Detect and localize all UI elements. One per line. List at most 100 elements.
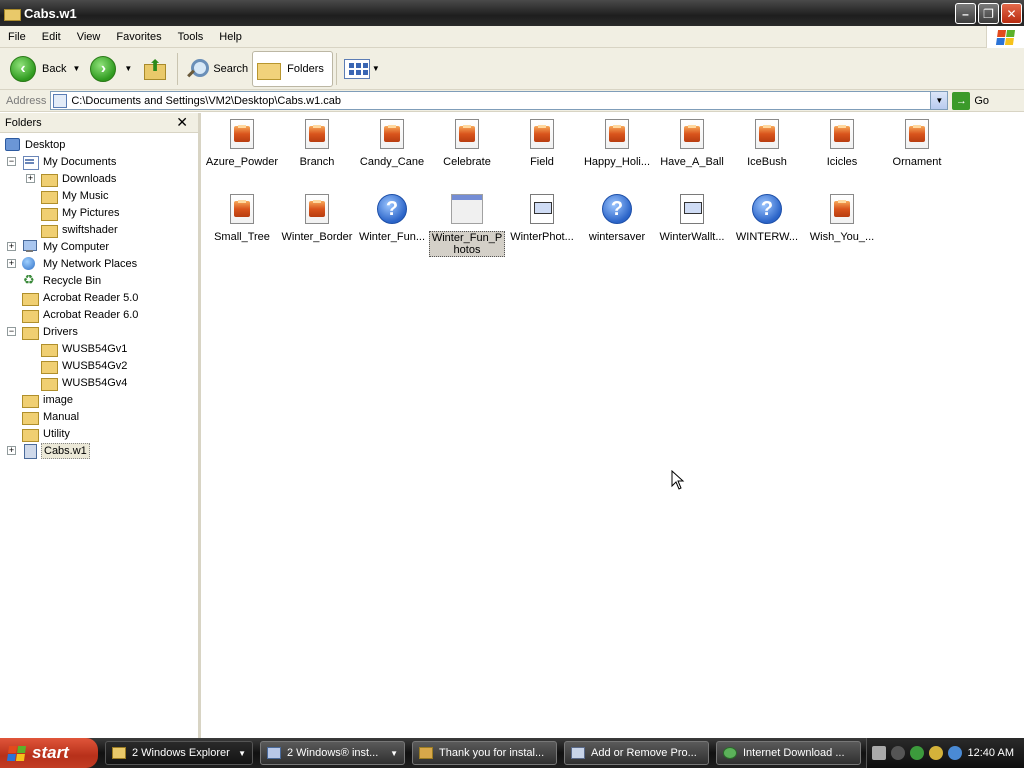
image-file-icon <box>305 119 329 149</box>
menu-view[interactable]: View <box>69 31 109 43</box>
search-label: Search <box>213 62 249 75</box>
file-item[interactable]: IceBush <box>729 115 805 168</box>
tree-item-wusb54gv4[interactable]: WUSB54Gv4 <box>41 374 129 391</box>
file-item[interactable]: WinterWallt... <box>654 190 730 243</box>
file-item[interactable]: Wish_You_... <box>804 190 880 243</box>
collapse-icon[interactable]: − <box>7 327 16 336</box>
restore-button[interactable]: ❐ <box>978 3 999 24</box>
file-item[interactable]: Azure_Powder <box>204 115 280 168</box>
tree-item-downloads[interactable]: Downloads <box>41 170 118 187</box>
go-arrow-icon: → <box>952 91 971 110</box>
collapse-icon[interactable]: − <box>7 157 16 166</box>
network-icon[interactable] <box>910 746 924 760</box>
file-item[interactable]: Small_Tree <box>204 190 280 243</box>
image-file-icon <box>605 119 629 149</box>
tree-item-image[interactable]: image <box>22 391 75 408</box>
file-item[interactable]: Happy_Holi... <box>579 115 655 168</box>
tree-item-cabs-w1[interactable]: Cabs.w1 <box>22 442 90 459</box>
menu-favorites[interactable]: Favorites <box>108 31 169 43</box>
expand-icon[interactable]: + <box>7 259 16 268</box>
menu-help[interactable]: Help <box>211 31 250 43</box>
file-item[interactable]: Candy_Cane <box>354 115 430 168</box>
tree-item-my-computer[interactable]: My Computer <box>22 238 111 255</box>
tree-item-manual[interactable]: Manual <box>22 408 81 425</box>
file-item[interactable]: Icicles <box>804 115 880 168</box>
computer-icon <box>22 240 38 253</box>
system-tray: 12:40 AM <box>866 738 1024 768</box>
minimize-button[interactable]: – <box>955 3 976 24</box>
taskbar-item-thank-you[interactable]: Thank you for instal... <box>412 741 557 765</box>
taskbar-item-internet-download[interactable]: Internet Download ... <box>716 741 861 765</box>
taskbar-item-add-remove[interactable]: Add or Remove Pro... <box>564 741 709 765</box>
folder-icon <box>41 223 58 238</box>
expand-icon[interactable]: + <box>26 174 35 183</box>
toolbar: ‹ Back ▼ › ▼ Search Folders ▼ <box>0 48 1024 90</box>
tree-item-desktop[interactable]: Desktop <box>4 136 67 153</box>
go-button[interactable]: → Go <box>952 91 990 110</box>
address-input[interactable]: C:\Documents and Settings\VM2\Desktop\Ca… <box>50 91 949 110</box>
taskbar-item-windows-installer[interactable]: 2 Windows® inst... ▼ <box>260 741 405 765</box>
file-item[interactable]: ? WINTERW... <box>729 190 805 243</box>
address-dropdown-icon[interactable]: ▼ <box>930 92 948 109</box>
folder-icon <box>22 325 39 340</box>
views-button[interactable]: ▼ <box>340 51 384 87</box>
up-button[interactable] <box>138 51 174 87</box>
taskbar-item-windows-explorer[interactable]: 2 Windows Explorer ▼ <box>105 741 253 765</box>
tree-item-wusb54gv2[interactable]: WUSB54Gv2 <box>41 357 129 374</box>
back-dropdown-icon[interactable]: ▼ <box>72 64 80 73</box>
tree-item-wusb54gv1[interactable]: WUSB54Gv1 <box>41 340 129 357</box>
close-button[interactable]: ✕ <box>1001 3 1022 24</box>
installer-icon <box>267 747 281 759</box>
file-item[interactable]: Branch <box>279 115 355 168</box>
security-icon[interactable] <box>929 746 943 760</box>
keyboard-icon[interactable] <box>872 746 886 760</box>
menu-tools[interactable]: Tools <box>170 31 212 43</box>
window-controls: – ❐ ✕ <box>955 3 1022 24</box>
forward-dropdown-icon[interactable]: ▼ <box>124 64 132 73</box>
tree-item-my-pictures[interactable]: My Pictures <box>41 204 121 221</box>
tree-item-utility[interactable]: Utility <box>22 425 72 442</box>
folder-icon <box>41 172 58 187</box>
start-button[interactable]: start <box>0 738 98 768</box>
tree-item-drivers[interactable]: Drivers <box>22 323 80 340</box>
window-title: Cabs.w1 <box>24 5 77 21</box>
file-item[interactable]: Field <box>504 115 580 168</box>
folders-label: Folders <box>287 62 324 75</box>
address-value: C:\Documents and Settings\VM2\Desktop\Ca… <box>71 94 341 107</box>
pictures-folder-icon <box>41 206 58 221</box>
folder-icon <box>22 410 39 425</box>
file-item[interactable]: Have_A_Ball <box>654 115 730 168</box>
menu-edit[interactable]: Edit <box>34 31 69 43</box>
file-list-view[interactable]: Azure_Powder Branch Candy_Cane Celebrate… <box>204 113 1024 738</box>
search-button[interactable]: Search <box>181 51 252 87</box>
title-bar: Cabs.w1 – ❐ ✕ <box>0 0 1024 26</box>
file-item[interactable]: Ornament <box>879 115 955 168</box>
tree-item-acrobat-6[interactable]: Acrobat Reader 6.0 <box>22 306 140 323</box>
file-item[interactable]: ? wintersaver <box>579 190 655 243</box>
tree-item-acrobat-5[interactable]: Acrobat Reader 5.0 <box>22 289 140 306</box>
application-icon <box>451 194 483 224</box>
close-icon[interactable]: ✕ <box>176 114 188 131</box>
folders-button[interactable]: Folders <box>252 50 333 87</box>
image-file-icon <box>830 119 854 149</box>
go-label: Go <box>974 94 990 107</box>
expand-icon[interactable]: + <box>7 446 16 455</box>
tree-item-my-documents[interactable]: My Documents <box>22 153 118 170</box>
file-item[interactable]: Celebrate <box>429 115 505 168</box>
back-button[interactable]: ‹ Back <box>6 51 70 87</box>
image-file-icon <box>755 119 779 149</box>
file-item-selected[interactable]: Winter_Fun_Photos <box>429 190 505 257</box>
expand-icon[interactable]: + <box>7 242 16 251</box>
chevron-icon[interactable] <box>891 746 905 760</box>
tree-item-recycle-bin[interactable]: Recycle Bin <box>22 272 103 289</box>
file-item[interactable]: ? Winter_Fun... <box>354 190 430 243</box>
tree-item-swiftshader[interactable]: swiftshader <box>41 221 120 238</box>
download-icon[interactable] <box>948 746 962 760</box>
file-item[interactable]: Winter_Border <box>279 190 355 243</box>
tree-item-my-music[interactable]: My Music <box>41 187 110 204</box>
clock[interactable]: 12:40 AM <box>968 747 1014 759</box>
menu-file[interactable]: File <box>0 31 34 43</box>
tree-item-my-network-places[interactable]: My Network Places <box>22 255 139 272</box>
file-item[interactable]: WinterPhot... <box>504 190 580 243</box>
forward-button[interactable]: › <box>86 51 122 87</box>
